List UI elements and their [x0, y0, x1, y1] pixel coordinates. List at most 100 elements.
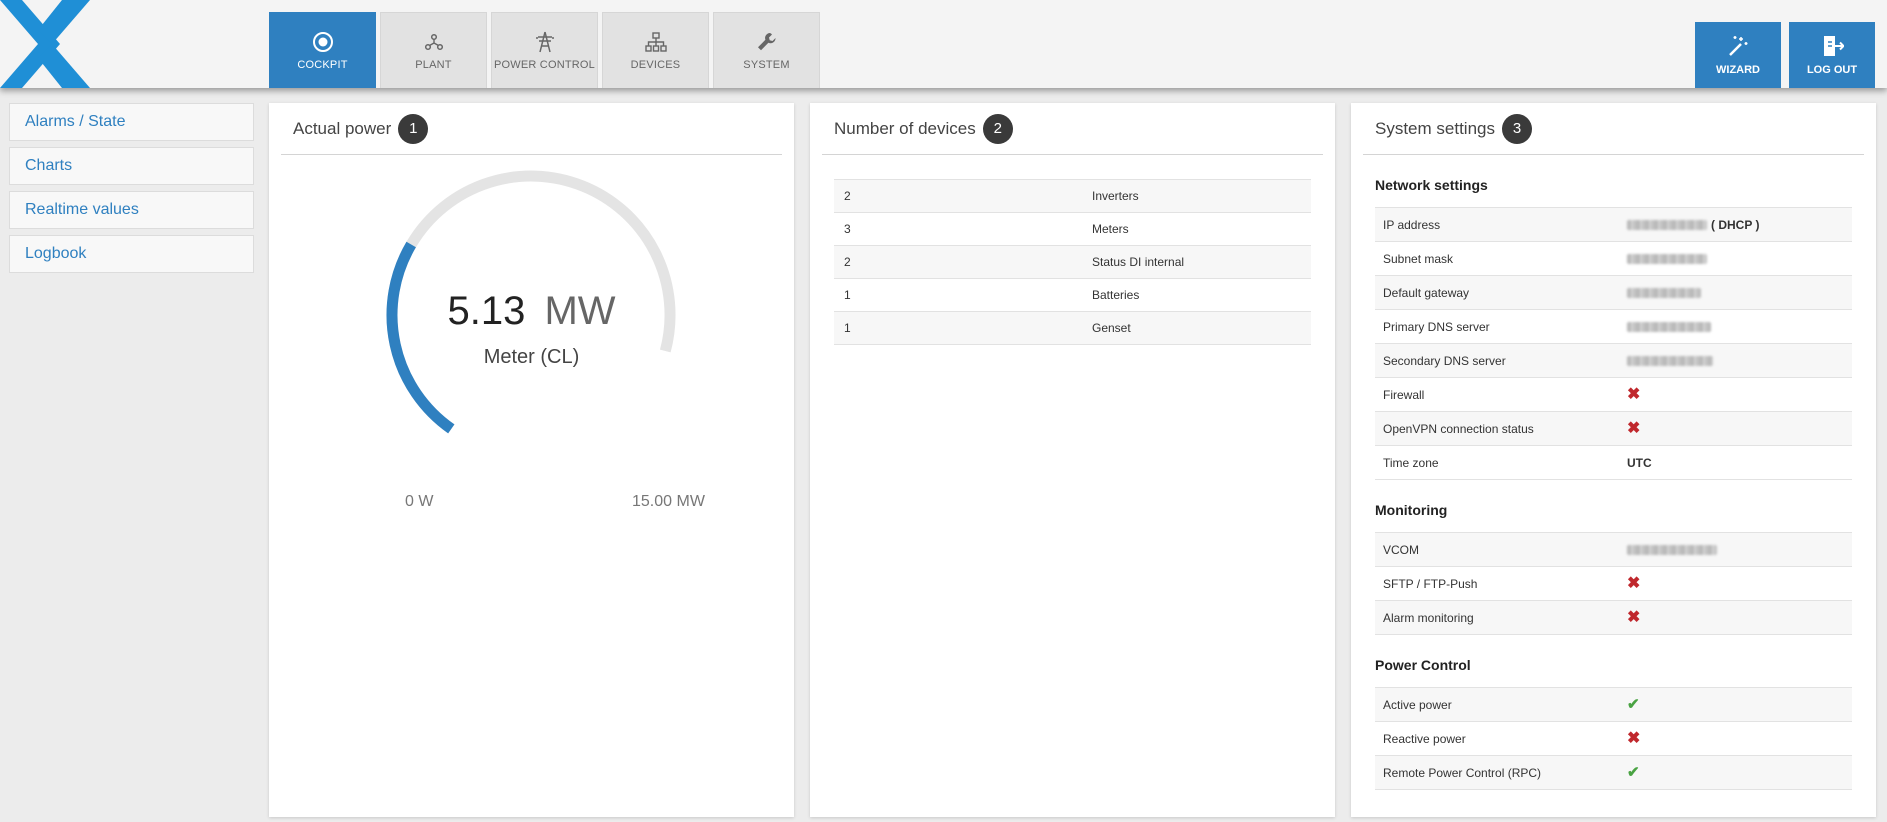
network-icon	[424, 31, 444, 53]
ip-address-value: ( DHCP )	[1627, 218, 1852, 232]
setting-label: Subnet mask	[1383, 251, 1454, 266]
setting-label: Alarm monitoring	[1383, 610, 1474, 625]
device-count: 1	[844, 288, 851, 302]
secondary-dns-value	[1627, 355, 1852, 366]
cross-icon: ✖	[1627, 385, 1641, 403]
table-row: 1 Batteries	[834, 279, 1311, 312]
table-row: 1 Genset	[834, 312, 1311, 345]
cross-icon: ✖	[1627, 419, 1641, 437]
device-type: Meters	[1092, 222, 1129, 236]
table-row: Firewall ✖	[1375, 378, 1852, 412]
tab-cockpit[interactable]: COCKPIT	[269, 12, 376, 88]
device-count: 1	[844, 321, 851, 335]
monitoring-table: VCOM SFTP / FTP-Push ✖ Alarm monitoring …	[1375, 532, 1852, 635]
table-row: Active power ✔	[1375, 688, 1852, 722]
logout-label: LOG OUT	[1806, 64, 1858, 76]
tab-label: PLANT	[415, 58, 452, 71]
tab-label: POWER CONTROL	[494, 58, 595, 71]
vcom-value	[1627, 544, 1852, 555]
power-gauge: 5.13 MW Meter (CL) 0 W 15.00 MW	[269, 163, 794, 510]
network-settings-heading: Network settings	[1375, 177, 1488, 193]
hierarchy-icon	[644, 31, 667, 53]
device-count: 2	[844, 255, 851, 269]
logout-button[interactable]: LOG OUT	[1789, 22, 1875, 88]
gauge-value-display: 5.13 MW	[269, 289, 794, 334]
subnet-mask-value	[1627, 253, 1852, 264]
setting-label: Active power	[1383, 697, 1452, 712]
panel-title: Actual power	[293, 118, 392, 138]
setting-label: SFTP / FTP-Push	[1383, 576, 1478, 591]
cross-icon: ✖	[1627, 574, 1641, 592]
redacted-value	[1627, 321, 1711, 332]
panel-title: Number of devices	[834, 118, 976, 138]
panel-number-badge: 1	[398, 113, 429, 144]
setting-label: Remote Power Control (RPC)	[1383, 765, 1542, 780]
redacted-value	[1627, 253, 1707, 264]
wizard-label: WIZARD	[1716, 64, 1760, 76]
top-header: COCKPIT PLANT POWER CONTROL DEVICES SYST…	[0, 0, 1887, 88]
header-actions: WIZARD LOG OUT	[1695, 22, 1875, 88]
tab-label: DEVICES	[630, 58, 681, 71]
panel-header: System settings 3	[1363, 103, 1864, 155]
table-row: Subnet mask	[1375, 242, 1852, 276]
redacted-value	[1627, 219, 1707, 230]
panel-number-badge: 2	[982, 113, 1013, 144]
power-control-table: Active power ✔ Reactive power ✖ Remote P…	[1375, 687, 1852, 790]
main-nav: COCKPIT PLANT POWER CONTROL DEVICES SYST…	[269, 12, 820, 88]
power-control-heading: Power Control	[1375, 657, 1471, 673]
actual-power-panel: Actual power 1 5.13 MW Meter (CL) 0 W 15…	[269, 103, 794, 817]
table-row: Default gateway	[1375, 276, 1852, 310]
tab-power-control[interactable]: POWER CONTROL	[491, 12, 598, 88]
sidebar-item-alarms[interactable]: Alarms / State	[9, 103, 254, 141]
device-type: Genset	[1092, 321, 1131, 335]
table-row: Alarm monitoring ✖	[1375, 601, 1852, 635]
device-count: 2	[844, 189, 851, 203]
logo[interactable]	[0, 0, 120, 88]
setting-label: IP address	[1383, 217, 1441, 232]
number-of-devices-panel: Number of devices 2 2 Inverters 3 Meters…	[810, 103, 1335, 817]
sidebar-item-realtime-values[interactable]: Realtime values	[9, 191, 254, 229]
device-count: 3	[844, 222, 851, 236]
table-row: Primary DNS server	[1375, 310, 1852, 344]
table-row: VCOM	[1375, 533, 1852, 567]
wizard-button[interactable]: WIZARD	[1695, 22, 1781, 88]
wrench-icon	[756, 31, 778, 53]
device-type: Batteries	[1092, 288, 1140, 302]
power-tower-icon	[534, 31, 556, 53]
checkmark-icon: ✔	[1627, 696, 1640, 713]
tab-devices[interactable]: DEVICES	[602, 12, 709, 88]
setting-label: Firewall	[1383, 387, 1425, 402]
redacted-value	[1627, 355, 1713, 366]
setting-label: Default gateway	[1383, 285, 1470, 300]
panel-title: System settings	[1375, 118, 1495, 138]
network-settings-table: IP address ( DHCP ) Subnet mask Default …	[1375, 207, 1852, 480]
dhcp-label: ( DHCP )	[1711, 217, 1760, 232]
panel-header: Actual power 1	[281, 103, 782, 155]
setting-label: VCOM	[1383, 542, 1419, 557]
gateway-value	[1627, 287, 1852, 298]
gauge-max-label: 15.00 MW	[632, 493, 705, 510]
redacted-value	[1627, 287, 1701, 298]
tab-plant[interactable]: PLANT	[380, 12, 487, 88]
gauge-fill	[386, 241, 455, 434]
panel-header: Number of devices 2	[822, 103, 1323, 155]
tab-system[interactable]: SYSTEM	[713, 12, 820, 88]
timezone-value: UTC	[1627, 455, 1652, 470]
sidebar-item-logbook[interactable]: Logbook	[9, 235, 254, 273]
table-row: Time zone UTC	[1375, 446, 1852, 480]
system-settings-panel: System settings 3 Network settings IP ad…	[1351, 103, 1876, 817]
table-row: 3 Meters	[834, 213, 1311, 246]
cross-icon: ✖	[1627, 729, 1641, 747]
tab-label: COCKPIT	[297, 58, 348, 71]
setting-label: Primary DNS server	[1383, 319, 1490, 334]
logout-icon	[1820, 34, 1844, 58]
table-row: Reactive power ✖	[1375, 722, 1852, 756]
table-row: 2 Status DI internal	[834, 246, 1311, 279]
sidebar-item-charts[interactable]: Charts	[9, 147, 254, 185]
table-row: SFTP / FTP-Push ✖	[1375, 567, 1852, 601]
gauge-label: Meter (CL)	[483, 346, 580, 368]
table-row: Secondary DNS server	[1375, 344, 1852, 378]
magic-wand-icon	[1726, 34, 1750, 58]
gauge-unit: MW	[544, 289, 616, 333]
setting-label: Secondary DNS server	[1383, 353, 1506, 368]
